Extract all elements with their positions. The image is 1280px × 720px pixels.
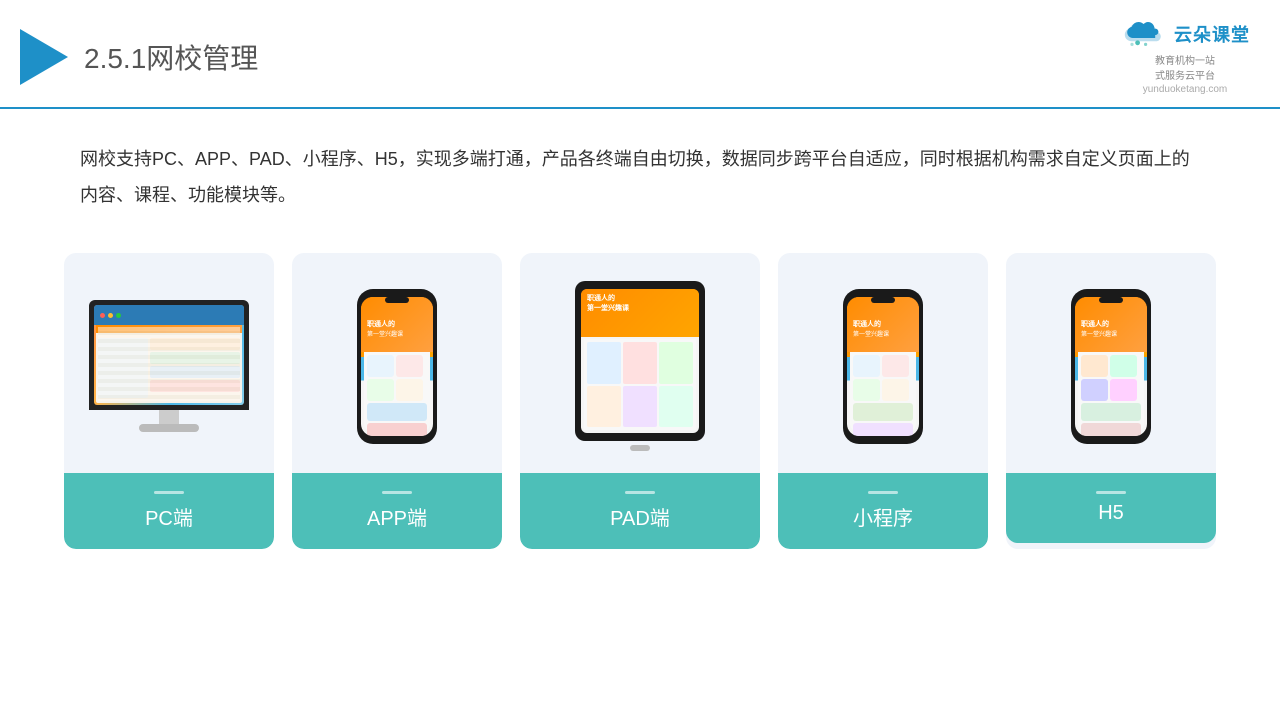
card-miniprogram: 职通人的 第一堂兴趣课 — [778, 253, 988, 549]
tablet-block-2 — [623, 342, 657, 384]
app-phone-screen: 职通人的 第一堂兴趣课 — [361, 297, 433, 436]
h5-phone-mockup: 职通人的 第一堂兴趣课 — [1071, 289, 1151, 444]
mini-card-1 — [853, 355, 880, 377]
label-bar — [382, 491, 412, 494]
tablet-block-4 — [587, 386, 621, 428]
label-bar — [625, 491, 655, 494]
tablet-block-6 — [659, 386, 693, 428]
label-bar — [1096, 491, 1126, 494]
label-bar — [868, 491, 898, 494]
miniprogram-phone-frame: 职通人的 第一堂兴趣课 — [843, 289, 923, 444]
card-app-label: APP端 — [292, 473, 502, 549]
brand-logo: 云朵课堂 教育机构一站式服务云平台 yunduoketang.com — [1120, 18, 1250, 95]
card-h5: 职通人的 第一堂兴趣课 — [1006, 253, 1216, 549]
card-pad-label: PAD端 — [520, 473, 760, 549]
card-miniprogram-image: 职通人的 第一堂兴趣课 — [778, 253, 988, 473]
tablet-content-area — [584, 339, 696, 430]
card-pad-image: 职通人的第一堂兴趣课 — [520, 253, 760, 473]
pc-screen-frame — [89, 300, 249, 410]
pc-neck — [159, 410, 179, 424]
tablet-screen: 职通人的第一堂兴趣课 — [581, 289, 699, 433]
miniprogram-phone-screen: 职通人的 第一堂兴趣课 — [847, 297, 919, 436]
h5-card-1 — [1081, 355, 1108, 377]
h5-screen-content — [1078, 352, 1144, 433]
miniprogram-phone-notch — [871, 297, 895, 303]
miniprogram-phone-mockup: 职通人的 第一堂兴趣课 — [843, 289, 923, 444]
card-h5-image: 职通人的 第一堂兴趣课 — [1006, 253, 1216, 473]
card-pc-label: PC端 — [64, 473, 274, 549]
card-pad: 职通人的第一堂兴趣课 P — [520, 253, 760, 549]
h5-phone-screen: 职通人的 第一堂兴趣课 — [1075, 297, 1147, 436]
tablet-block-1 — [587, 342, 621, 384]
h5-card-3 — [1081, 379, 1108, 401]
card-miniprogram-label: 小程序 — [778, 473, 988, 549]
mini-card-2 — [882, 355, 909, 377]
cloud-icon — [1120, 18, 1168, 50]
phone-notch — [385, 297, 409, 303]
description-text: 网校支持PC、APP、PAD、小程序、H5，实现多端打通，产品各终端自由切换，数… — [0, 109, 1280, 233]
mini-card-3 — [853, 379, 880, 401]
app-screen-content — [364, 352, 430, 433]
cards-container: PC端 职通人的 第一堂兴趣课 — [0, 233, 1280, 579]
tablet-home-button — [630, 445, 650, 451]
label-bar — [154, 491, 184, 494]
brand-url: yunduoketang.com — [1143, 84, 1228, 95]
card-pc: PC端 — [64, 253, 274, 549]
page-title: 2.5.1网校管理 — [84, 37, 258, 77]
tablet-header-bar: 职通人的第一堂兴趣课 — [581, 289, 699, 337]
h5-phone-notch — [1099, 297, 1123, 303]
card-pc-image — [64, 253, 274, 473]
header-left: 2.5.1网校管理 — [20, 29, 258, 85]
app-mini-card-3 — [367, 379, 394, 401]
tablet-block-3 — [659, 342, 693, 384]
h5-card-2 — [1110, 355, 1137, 377]
pc-screen-inner — [94, 305, 244, 405]
app-phone-frame: 职通人的 第一堂兴趣课 — [357, 289, 437, 444]
play-icon — [20, 29, 68, 85]
tablet-block-5 — [623, 386, 657, 428]
tablet-mockup: 职通人的第一堂兴趣课 — [575, 281, 705, 451]
tablet-frame: 职通人的第一堂兴趣课 — [575, 281, 705, 441]
h5-phone-frame: 职通人的 第一堂兴趣课 — [1071, 289, 1151, 444]
app-mini-card-1 — [367, 355, 394, 377]
header: 2.5.1网校管理 云朵课堂 教育机构一站式服务云平台 yunduoketang… — [0, 0, 1280, 109]
pc-base — [139, 424, 199, 432]
brand-sub: 教育机构一站式服务云平台 — [1155, 52, 1215, 82]
app-phone-mockup: 职通人的 第一堂兴趣课 — [357, 289, 437, 444]
app-mini-card-4 — [396, 379, 423, 401]
miniprogram-screen-content — [850, 352, 916, 433]
h5-card-4 — [1110, 379, 1137, 401]
card-app-image: 职通人的 第一堂兴趣课 — [292, 253, 502, 473]
brand-logo-icon: 云朵课堂 — [1120, 18, 1250, 50]
pc-mockup — [89, 300, 249, 432]
brand-name: 云朵课堂 — [1174, 21, 1250, 47]
card-h5-label: H5 — [1006, 473, 1216, 543]
card-app: 职通人的 第一堂兴趣课 — [292, 253, 502, 549]
mini-card-4 — [882, 379, 909, 401]
app-mini-card-2 — [396, 355, 423, 377]
